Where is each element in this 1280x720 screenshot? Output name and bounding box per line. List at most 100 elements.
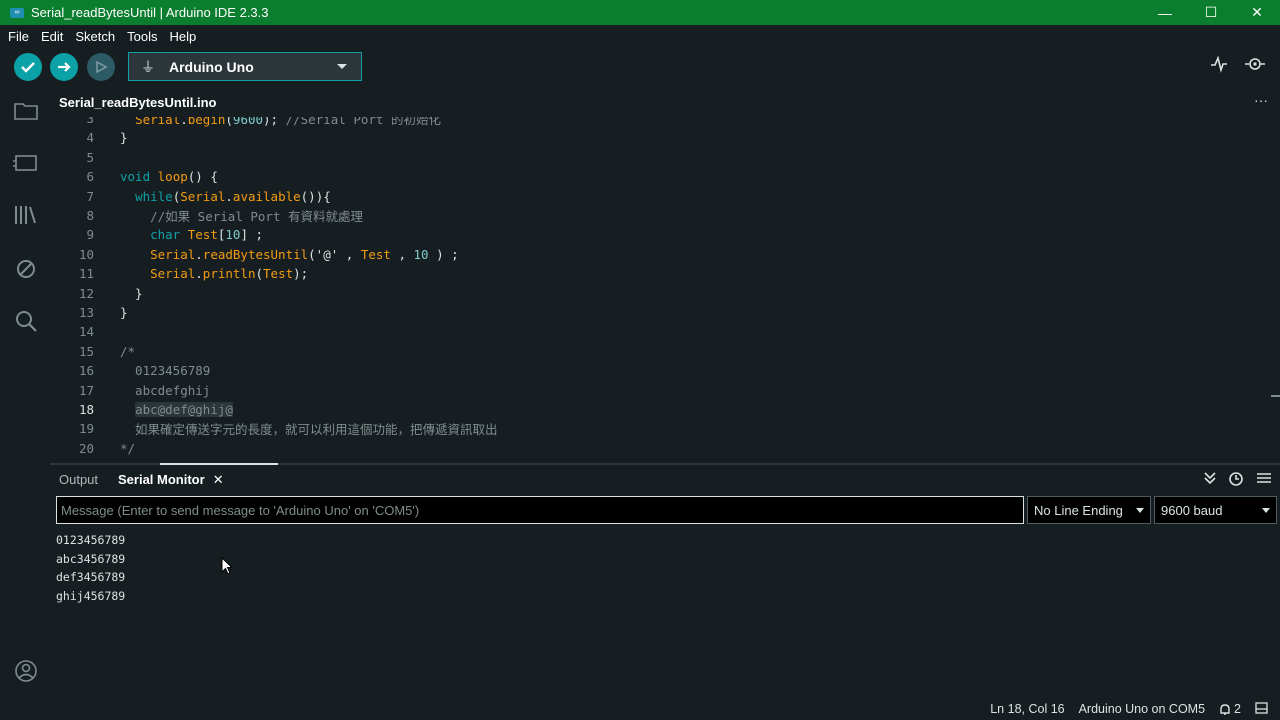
library-manager-icon[interactable]	[13, 202, 39, 228]
code-line[interactable]: 17 abcdefghij	[50, 381, 1268, 400]
editor-scrollbar[interactable]	[1268, 117, 1280, 463]
profile-icon[interactable]	[13, 658, 39, 684]
verify-button[interactable]	[14, 53, 42, 81]
toolbar: ⏚ Arduino Uno	[0, 47, 1280, 88]
line-number: 18	[78, 402, 94, 417]
toggle-panel-icon[interactable]	[1255, 701, 1268, 717]
line-number: 3	[86, 117, 94, 126]
code-line[interactable]: 10 Serial.readBytesUntil('@' , Test , 10…	[50, 245, 1268, 264]
board-port-status[interactable]: Arduino Uno on COM5	[1079, 702, 1205, 716]
code-line[interactable]: 20 */	[50, 439, 1268, 458]
code-text: }	[120, 285, 143, 301]
chevron-down-icon	[337, 64, 347, 69]
serial-output: 0123456789 abc3456789 def3456789 ghij456…	[56, 531, 125, 605]
mouse-cursor-icon	[221, 557, 233, 575]
code-line[interactable]: 18 abc@def@ghij@	[50, 400, 1268, 419]
code-editor[interactable]: 3 Serial.begin(9600); //Serial Port 的初始化…	[50, 117, 1280, 463]
code-line[interactable]: 8 //如果 Serial Port 有資料就處理	[50, 206, 1268, 225]
code-text: */	[120, 440, 136, 456]
code-line[interactable]: 12 }	[50, 284, 1268, 303]
line-number: 17	[78, 382, 94, 398]
line-number: 20	[78, 440, 94, 456]
serial-message-input[interactable]: Message (Enter to send message to 'Ardui…	[56, 496, 1024, 524]
line-ending-select[interactable]: No Line Ending	[1027, 496, 1151, 524]
tab-output[interactable]: Output	[59, 465, 98, 494]
serial-monitor-icon[interactable]	[1244, 55, 1266, 78]
close-tab-icon[interactable]: ✕	[213, 472, 224, 488]
maximize-button[interactable]: ☐	[1188, 0, 1234, 25]
menu-sketch[interactable]: Sketch	[67, 29, 119, 44]
checkmark-icon	[21, 62, 35, 73]
line-number: 15	[78, 343, 94, 359]
line-number: 9	[86, 227, 94, 243]
line-number: 8	[86, 208, 94, 223]
line-number: 5	[86, 149, 94, 165]
line-number: 10	[78, 246, 94, 262]
menu-bar: File Edit Sketch Tools Help	[0, 25, 1280, 47]
code-line[interactable]: 7 while(Serial.available()){	[50, 187, 1268, 206]
baud-rate-value: 9600 baud	[1161, 502, 1223, 518]
minimize-button[interactable]: —	[1142, 0, 1188, 25]
code-line[interactable]: 6 void loop() {	[50, 167, 1268, 186]
window-title: Serial_readBytesUntil | Arduino IDE 2.3.…	[31, 5, 269, 20]
editor-tab-bar: Serial_readBytesUntil.ino ···	[50, 88, 1280, 117]
menu-file[interactable]: File	[0, 29, 33, 44]
serial-output-line: abc3456789	[56, 551, 126, 566]
code-line[interactable]: 13}	[50, 303, 1268, 322]
board-name: Arduino Uno	[169, 58, 254, 75]
search-icon[interactable]	[13, 308, 39, 334]
code-line[interactable]: 5	[50, 148, 1268, 167]
menu-tools[interactable]: Tools	[119, 29, 161, 44]
debug-button[interactable]	[87, 53, 115, 81]
code-line[interactable]: 16 0123456789	[50, 361, 1268, 380]
menu-edit[interactable]: Edit	[33, 29, 67, 44]
upload-button[interactable]	[50, 53, 78, 81]
line-number: 14	[78, 324, 94, 340]
serial-output-line: def3456789	[56, 570, 126, 584]
status-bar: Ln 18, Col 16 Arduino Uno on COM5 2	[0, 698, 1280, 720]
tab-output-label: Output	[59, 472, 99, 487]
serial-output-line: ghij456789	[56, 588, 126, 603]
line-number: 4	[86, 130, 94, 146]
code-line[interactable]: 4}	[50, 128, 1268, 147]
notification-count: 2	[1234, 702, 1241, 716]
clear-output-icon[interactable]	[1256, 471, 1272, 490]
code-text: void loop() {	[120, 169, 218, 185]
code-line[interactable]: 9 char Test[10] ;	[50, 225, 1268, 244]
board-selector[interactable]: ⏚ Arduino Uno	[128, 52, 362, 81]
cursor-position[interactable]: Ln 18, Col 16	[990, 702, 1064, 716]
boards-manager-icon[interactable]	[13, 150, 39, 176]
code-line[interactable]: 3 Serial.begin(9600); //Serial Port 的初始化	[50, 117, 1268, 128]
line-number: 16	[78, 363, 94, 379]
line-number: 12	[78, 285, 94, 301]
code-text: Serial.println(Test);	[150, 266, 309, 282]
code-line[interactable]: 11 Serial.println(Test);	[50, 264, 1268, 283]
scroll-marker	[1271, 395, 1280, 397]
debug-sidebar-icon[interactable]	[13, 256, 39, 282]
close-window-button[interactable]: ✕	[1234, 0, 1280, 25]
code-line[interactable]: 19 如果確定傳送字元的長度，就可以利用這個功能，把傳遞資訊取出	[50, 419, 1268, 438]
bell-icon	[1220, 703, 1230, 715]
chevron-down-icon	[1136, 508, 1144, 513]
arrow-right-icon	[58, 62, 71, 72]
tab-serial-monitor[interactable]: Serial Monitor ✕	[118, 465, 224, 494]
code-line[interactable]: 15 /*	[50, 342, 1268, 361]
autoscroll-icon[interactable]	[1204, 471, 1216, 490]
folder-icon[interactable]	[13, 98, 39, 124]
code-text: }	[120, 130, 128, 146]
code-text: while(Serial.available()){	[135, 188, 331, 204]
tab-sketch-file[interactable]: Serial_readBytesUntil.ino	[50, 88, 226, 117]
code-line[interactable]: 14	[50, 322, 1268, 341]
serial-plotter-icon[interactable]	[1210, 55, 1228, 78]
menu-help[interactable]: Help	[161, 29, 200, 44]
serial-output-line: 0123456789	[56, 533, 126, 547]
more-actions-icon[interactable]: ···	[1254, 92, 1268, 108]
code-text: Serial.begin(9600); //Serial Port 的初始化	[135, 117, 441, 127]
usb-icon: ⏚	[141, 58, 155, 75]
notifications-button[interactable]: 2	[1219, 702, 1241, 716]
code-text: abcdefghij	[120, 382, 211, 398]
timestamp-icon[interactable]	[1228, 471, 1244, 490]
tab-serial-monitor-label: Serial Monitor	[118, 472, 205, 487]
chevron-down-icon	[1262, 508, 1270, 513]
baud-rate-select[interactable]: 9600 baud	[1154, 496, 1277, 524]
